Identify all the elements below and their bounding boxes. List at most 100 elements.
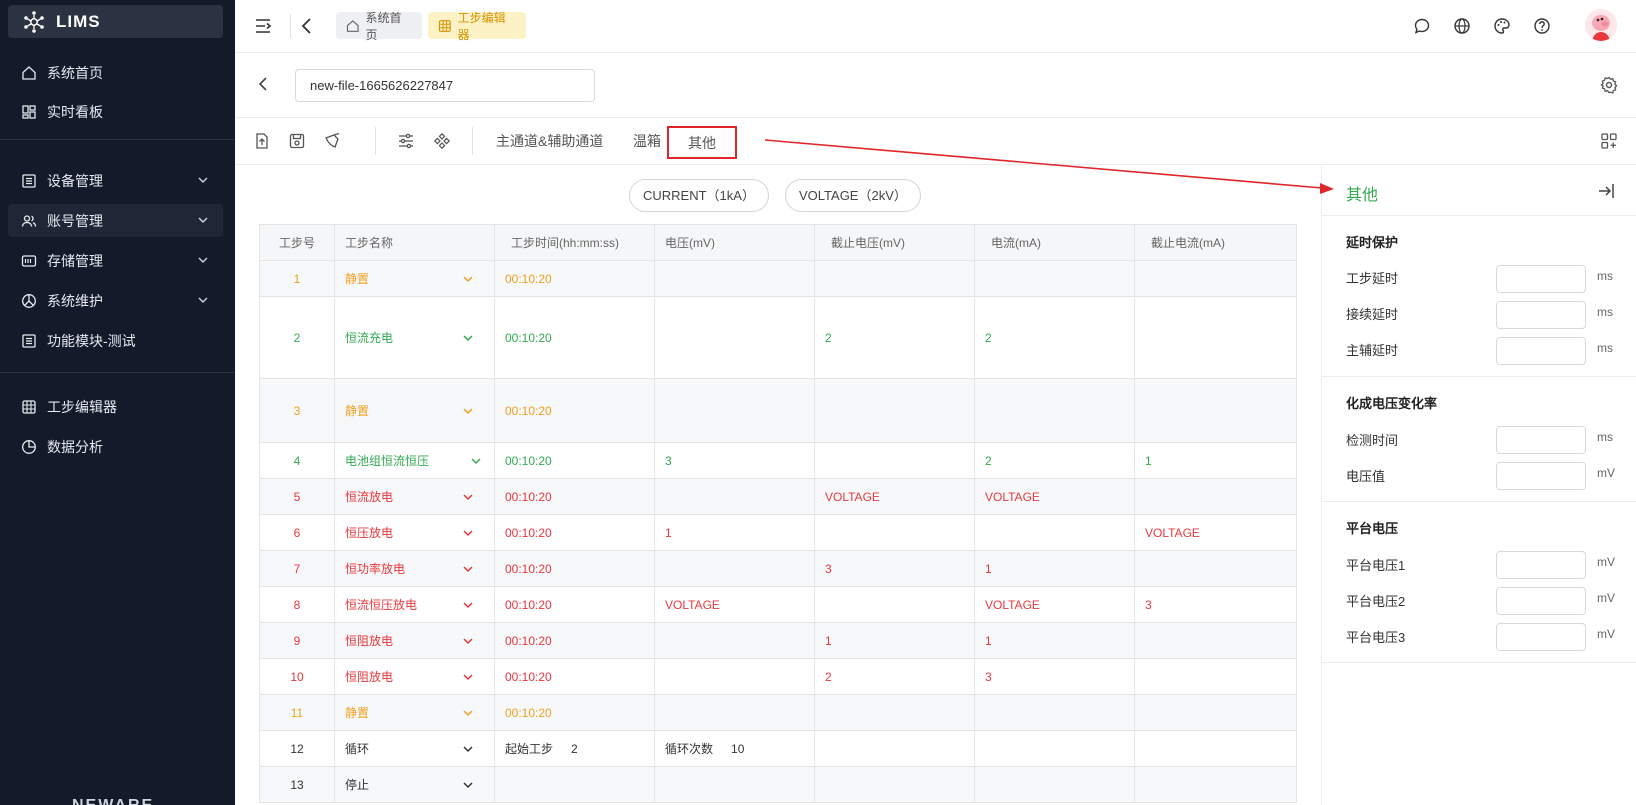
- cutoff-current-cell[interactable]: [1134, 694, 1297, 731]
- table-row[interactable]: 8 恒流恒压放电 00:10:20 VOLTAGE VOLTAGE 3: [259, 586, 1297, 623]
- voltage-cell[interactable]: [654, 296, 815, 379]
- step-name-select[interactable]: 循环: [334, 730, 495, 767]
- save-icon[interactable]: [286, 130, 308, 152]
- cutoff-current-cell[interactable]: [1134, 378, 1297, 443]
- step-name-select[interactable]: 恒功率放电: [334, 550, 495, 587]
- table-row[interactable]: 12 循环 起始工步 2 循环次数 10: [259, 730, 1297, 767]
- current-cell[interactable]: 2: [974, 296, 1135, 379]
- main-aux-delay-input[interactable]: [1496, 337, 1586, 365]
- cutoff-current-cell[interactable]: [1134, 478, 1297, 515]
- voltage-cell[interactable]: [654, 694, 815, 731]
- step-time[interactable]: 00:10:20: [494, 658, 655, 695]
- file-name-input[interactable]: [295, 69, 595, 102]
- platform-voltage-2-input[interactable]: [1496, 587, 1586, 615]
- voltage-cell[interactable]: [654, 550, 815, 587]
- cutoff-current-cell[interactable]: VOLTAGE: [1134, 514, 1297, 551]
- current-cell[interactable]: VOLTAGE: [974, 586, 1135, 623]
- detection-time-input[interactable]: [1496, 426, 1586, 454]
- table-row[interactable]: 10 恒阻放电 00:10:20 2 3: [259, 658, 1297, 695]
- step-time[interactable]: 00:10:20: [494, 260, 655, 297]
- continue-delay-input[interactable]: [1496, 301, 1586, 329]
- loop-count-value[interactable]: 10: [731, 742, 744, 756]
- cutoff-voltage-cell[interactable]: [814, 260, 975, 297]
- cutoff-current-cell[interactable]: [1134, 260, 1297, 297]
- cutoff-voltage-cell[interactable]: [814, 378, 975, 443]
- cutoff-current-cell[interactable]: 3: [1134, 586, 1297, 623]
- step-name-select[interactable]: 恒阻放电: [334, 622, 495, 659]
- step-name-select[interactable]: 恒阻放电: [334, 658, 495, 695]
- current-cell[interactable]: 3: [974, 658, 1135, 695]
- step-time[interactable]: 00:10:20: [494, 622, 655, 659]
- voltage-cell[interactable]: [654, 478, 815, 515]
- cutoff-current-cell[interactable]: [1134, 622, 1297, 659]
- step-name-select[interactable]: 静置: [334, 694, 495, 731]
- collapse-panel-icon[interactable]: [1597, 182, 1615, 200]
- voltage-cell[interactable]: [654, 378, 815, 443]
- clear-brush-icon[interactable]: [321, 130, 343, 152]
- table-row[interactable]: 9 恒阻放电 00:10:20 1 1: [259, 622, 1297, 659]
- step-time[interactable]: 00:10:20: [494, 378, 655, 443]
- table-row[interactable]: 5 恒流放电 00:10:20 VOLTAGE VOLTAGE: [259, 478, 1297, 515]
- step-delay-input[interactable]: [1496, 265, 1586, 293]
- cutoff-current-cell[interactable]: [1134, 296, 1297, 379]
- cutoff-current-cell[interactable]: [1134, 658, 1297, 695]
- step-name-select[interactable]: 电池组恒流恒压: [334, 442, 495, 479]
- table-row[interactable]: 11 静置 00:10:20: [259, 694, 1297, 731]
- cutoff-voltage-cell[interactable]: VOLTAGE: [814, 478, 975, 515]
- tab-main-aux-channel[interactable]: 主通道&辅助通道: [496, 118, 603, 165]
- help-icon[interactable]: [1532, 16, 1552, 36]
- table-row[interactable]: 1 静置 00:10:20: [259, 260, 1297, 297]
- current-range-button[interactable]: CURRENT（1kA）: [629, 179, 769, 212]
- cutoff-voltage-cell[interactable]: 2: [814, 658, 975, 695]
- tab-temperature-box[interactable]: 温箱: [633, 118, 661, 165]
- voltage-cell[interactable]: 1: [654, 514, 815, 551]
- table-row[interactable]: 7 恒功率放电 00:10:20 3 1: [259, 550, 1297, 587]
- breadcrumb-step-editor[interactable]: 工步编辑器: [428, 11, 526, 42]
- cutoff-voltage-cell[interactable]: 2: [814, 296, 975, 379]
- globe-icon[interactable]: [1452, 16, 1472, 36]
- voltage-value-input[interactable]: [1496, 462, 1586, 490]
- sidebar-item-home[interactable]: 系统首页: [8, 56, 223, 89]
- menu-fold-icon[interactable]: [253, 16, 273, 36]
- step-name-select[interactable]: 静置: [334, 260, 495, 297]
- step-name-select[interactable]: 恒流恒压放电: [334, 586, 495, 623]
- upload-icon[interactable]: [251, 130, 273, 152]
- cutoff-voltage-cell[interactable]: [814, 586, 975, 623]
- cutoff-voltage-cell[interactable]: 3: [814, 550, 975, 587]
- sliders-icon[interactable]: [395, 130, 417, 152]
- sidebar-item-devices[interactable]: 设备管理: [8, 164, 223, 197]
- sidebar-item-module-test[interactable]: 功能模块-测试: [8, 324, 223, 357]
- step-time[interactable]: 00:10:20: [494, 514, 655, 551]
- current-cell[interactable]: [974, 260, 1135, 297]
- sidebar-item-storage[interactable]: 存储管理: [8, 244, 223, 277]
- step-name-select[interactable]: 停止: [334, 766, 495, 803]
- current-cell[interactable]: 1: [974, 622, 1135, 659]
- step-name-select[interactable]: 恒流充电: [334, 296, 495, 379]
- cutoff-current-cell[interactable]: [1134, 550, 1297, 587]
- table-row[interactable]: 13 停止: [259, 766, 1297, 803]
- voltage-cell[interactable]: [654, 658, 815, 695]
- step-time[interactable]: 00:10:20: [494, 296, 655, 379]
- step-time[interactable]: 00:10:20: [494, 478, 655, 515]
- back-icon[interactable]: [253, 74, 273, 94]
- sidebar-item-data-analysis[interactable]: 数据分析: [8, 430, 223, 463]
- step-name-select[interactable]: 恒流放电: [334, 478, 495, 515]
- platform-voltage-3-input[interactable]: [1496, 623, 1586, 651]
- cutoff-voltage-cell[interactable]: [814, 694, 975, 731]
- current-cell[interactable]: [974, 378, 1135, 443]
- sidebar-item-accounts[interactable]: 账号管理: [8, 204, 223, 237]
- back-icon[interactable]: [297, 16, 317, 36]
- step-time[interactable]: 00:10:20: [494, 442, 655, 479]
- loop-count-cell[interactable]: 循环次数 10: [654, 730, 815, 767]
- step-time[interactable]: 00:10:20: [494, 694, 655, 731]
- tab-other[interactable]: 其他: [667, 126, 737, 159]
- current-cell[interactable]: [974, 514, 1135, 551]
- step-time[interactable]: 00:10:20: [494, 550, 655, 587]
- palette-icon[interactable]: [1492, 16, 1512, 36]
- loop-start-value[interactable]: 2: [571, 742, 578, 756]
- table-row[interactable]: 3 静置 00:10:20: [259, 378, 1297, 443]
- voltage-range-button[interactable]: VOLTAGE（2kV）: [785, 179, 921, 212]
- component-icon[interactable]: [431, 130, 453, 152]
- step-name-select[interactable]: 恒压放电: [334, 514, 495, 551]
- breadcrumb-home[interactable]: 系统首页: [336, 11, 422, 42]
